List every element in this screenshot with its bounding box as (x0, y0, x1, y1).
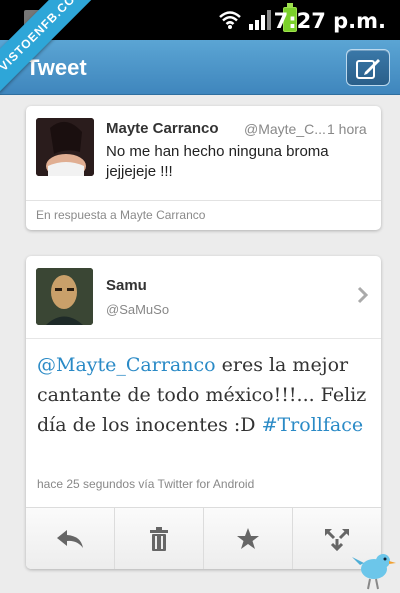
main-tweet-card: Samu @SaMuSo @Mayte_Carranco eres la mej… (26, 256, 381, 569)
delete-icon (150, 526, 168, 551)
hashtag-link[interactable]: #Trollface (262, 414, 364, 436)
tweet-meta: hace 25 segundos vía Twitter for Android (37, 477, 255, 491)
page-title: Tweet (26, 55, 87, 80)
divider (26, 200, 381, 201)
compose-button[interactable] (346, 49, 390, 86)
reply-button[interactable] (26, 508, 115, 569)
app-header: Tweet (0, 40, 400, 95)
favorite-icon (237, 527, 259, 549)
avatar[interactable] (36, 118, 94, 176)
favorite-button[interactable] (204, 508, 293, 569)
reply-icon (57, 529, 83, 548)
wifi-icon (219, 11, 241, 29)
author-handle[interactable]: @SaMuSo (106, 302, 169, 317)
in-reply-to-label[interactable]: En respuesta a Mayte Carranco (36, 208, 205, 222)
clock: 7:27 p.m. (273, 9, 386, 33)
chevron-right-icon[interactable] (357, 286, 369, 304)
author-handle[interactable]: @Mayte_C... (244, 121, 326, 137)
tweet-text: No me han hecho ninguna broma jejjejeje … (106, 143, 329, 180)
author-name[interactable]: Samu (106, 277, 147, 294)
reply-tweet-card[interactable]: Mayte Carranco @Mayte_C... 1 hora No me … (26, 106, 381, 230)
mention-link[interactable]: @Mayte_Carranco (37, 354, 216, 376)
tweet-actions (26, 507, 381, 569)
tweet-text: @Mayte_Carranco eres la mejor cantante d… (37, 350, 372, 440)
signal-icon (249, 10, 271, 30)
avatar[interactable] (36, 268, 93, 325)
compose-icon (356, 58, 380, 79)
divider (26, 338, 381, 339)
tweet-time: 1 hora (327, 121, 367, 137)
share-icon (325, 528, 349, 551)
author-name[interactable]: Mayte Carranco (106, 120, 219, 137)
bird-icon (352, 554, 396, 590)
delete-button[interactable] (115, 508, 204, 569)
